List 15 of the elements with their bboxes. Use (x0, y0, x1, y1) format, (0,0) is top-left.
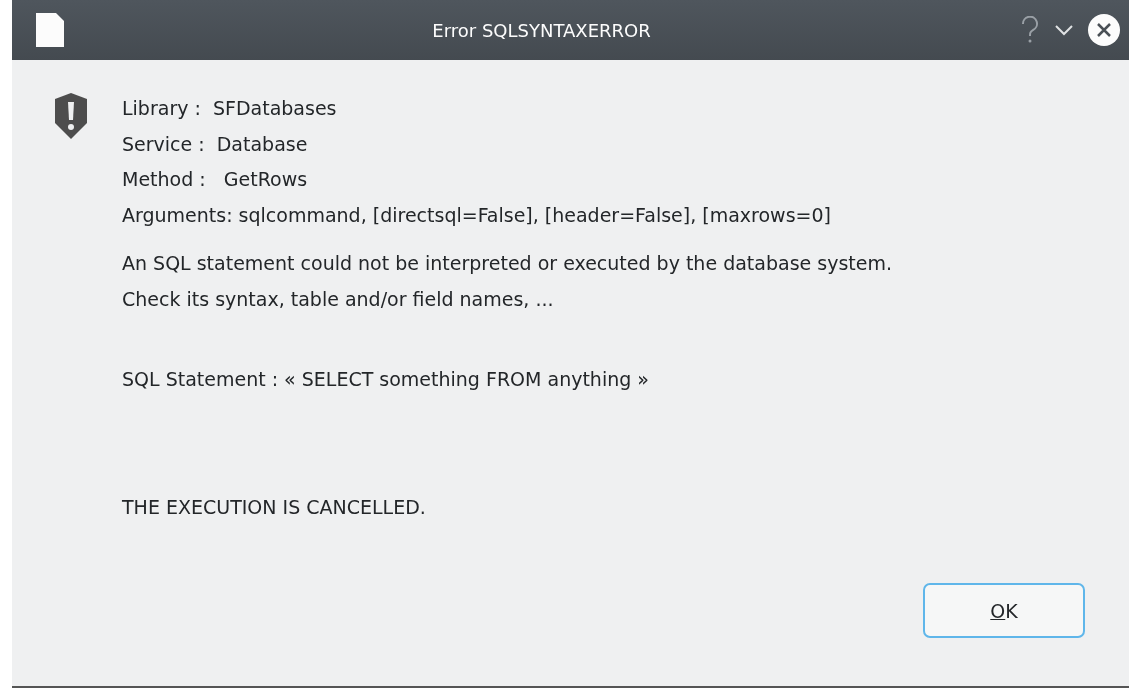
shield-warning-icon (54, 93, 88, 139)
message-text: THE EXECUTION IS CANCELLED. (122, 494, 427, 520)
document-icon (36, 13, 64, 47)
ok-button[interactable]: OK (923, 583, 1085, 638)
message-text: Library : SFDatabases (122, 96, 338, 121)
window-title: Error SQLSYNTAXERROR (431, 19, 652, 41)
message-text: Check its syntax, table and/or field names, ... (122, 286, 555, 312)
close-icon[interactable] (1087, 13, 1121, 47)
message-text: Method : GetRows (122, 167, 309, 192)
message-text: Arguments: sqlcommand, [directsql=False], [header=False], [maxrows=0] (122, 202, 832, 228)
help-icon[interactable] (1019, 16, 1041, 44)
chevron-down-icon[interactable] (1055, 24, 1073, 36)
message-text: SQL Statement : « SELECT something FROM anything » (122, 367, 650, 392)
message-text: Service : Database (122, 131, 309, 157)
message-text: An SQL statement could not be interpreted or executed by the database system. (122, 251, 892, 276)
